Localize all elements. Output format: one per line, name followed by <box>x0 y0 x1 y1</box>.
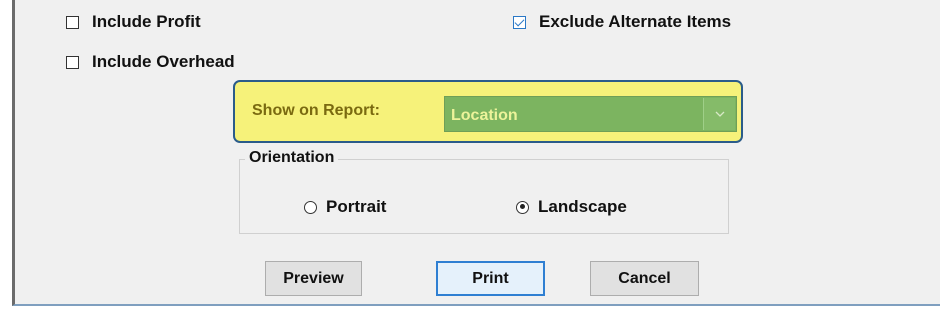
exclude-alternate-items-label: Exclude Alternate Items <box>539 12 732 31</box>
landscape-radio[interactable] <box>516 200 529 214</box>
report-options-window: Include Profit Include Overhead Exclude … <box>0 0 940 323</box>
portrait-label: Portrait <box>326 197 387 216</box>
landscape-option[interactable]: Landscape <box>516 197 627 217</box>
orientation-title: Orientation <box>245 149 339 167</box>
include-overhead-label: Include Overhead <box>92 52 235 71</box>
orientation-group: Orientation Portrait Landscape <box>239 149 729 234</box>
include-profit-checkbox[interactable] <box>66 15 79 29</box>
include-profit-label: Include Profit <box>92 12 201 31</box>
include-overhead-option[interactable]: Include Overhead <box>66 52 235 72</box>
chevron-down-icon[interactable] <box>703 98 735 130</box>
include-overhead-checkbox[interactable] <box>66 55 79 69</box>
report-options-dialog: Include Profit Include Overhead Exclude … <box>12 0 940 306</box>
print-button[interactable]: Print <box>436 261 545 296</box>
cancel-button[interactable]: Cancel <box>590 261 699 296</box>
show-on-report-highlight: Show on Report: Location <box>233 80 743 143</box>
show-on-report-dropdown[interactable]: Location <box>444 96 737 132</box>
landscape-label: Landscape <box>538 197 627 216</box>
show-on-report-label: Show on Report: <box>252 102 380 119</box>
portrait-radio[interactable] <box>304 200 317 214</box>
preview-button[interactable]: Preview <box>265 261 362 296</box>
portrait-option[interactable]: Portrait <box>304 197 386 217</box>
include-profit-option[interactable]: Include Profit <box>66 12 201 32</box>
exclude-alternate-items-option[interactable]: Exclude Alternate Items <box>513 12 731 32</box>
exclude-alternate-items-checkbox[interactable] <box>513 15 526 29</box>
show-on-report-selected-value: Location <box>451 106 518 124</box>
